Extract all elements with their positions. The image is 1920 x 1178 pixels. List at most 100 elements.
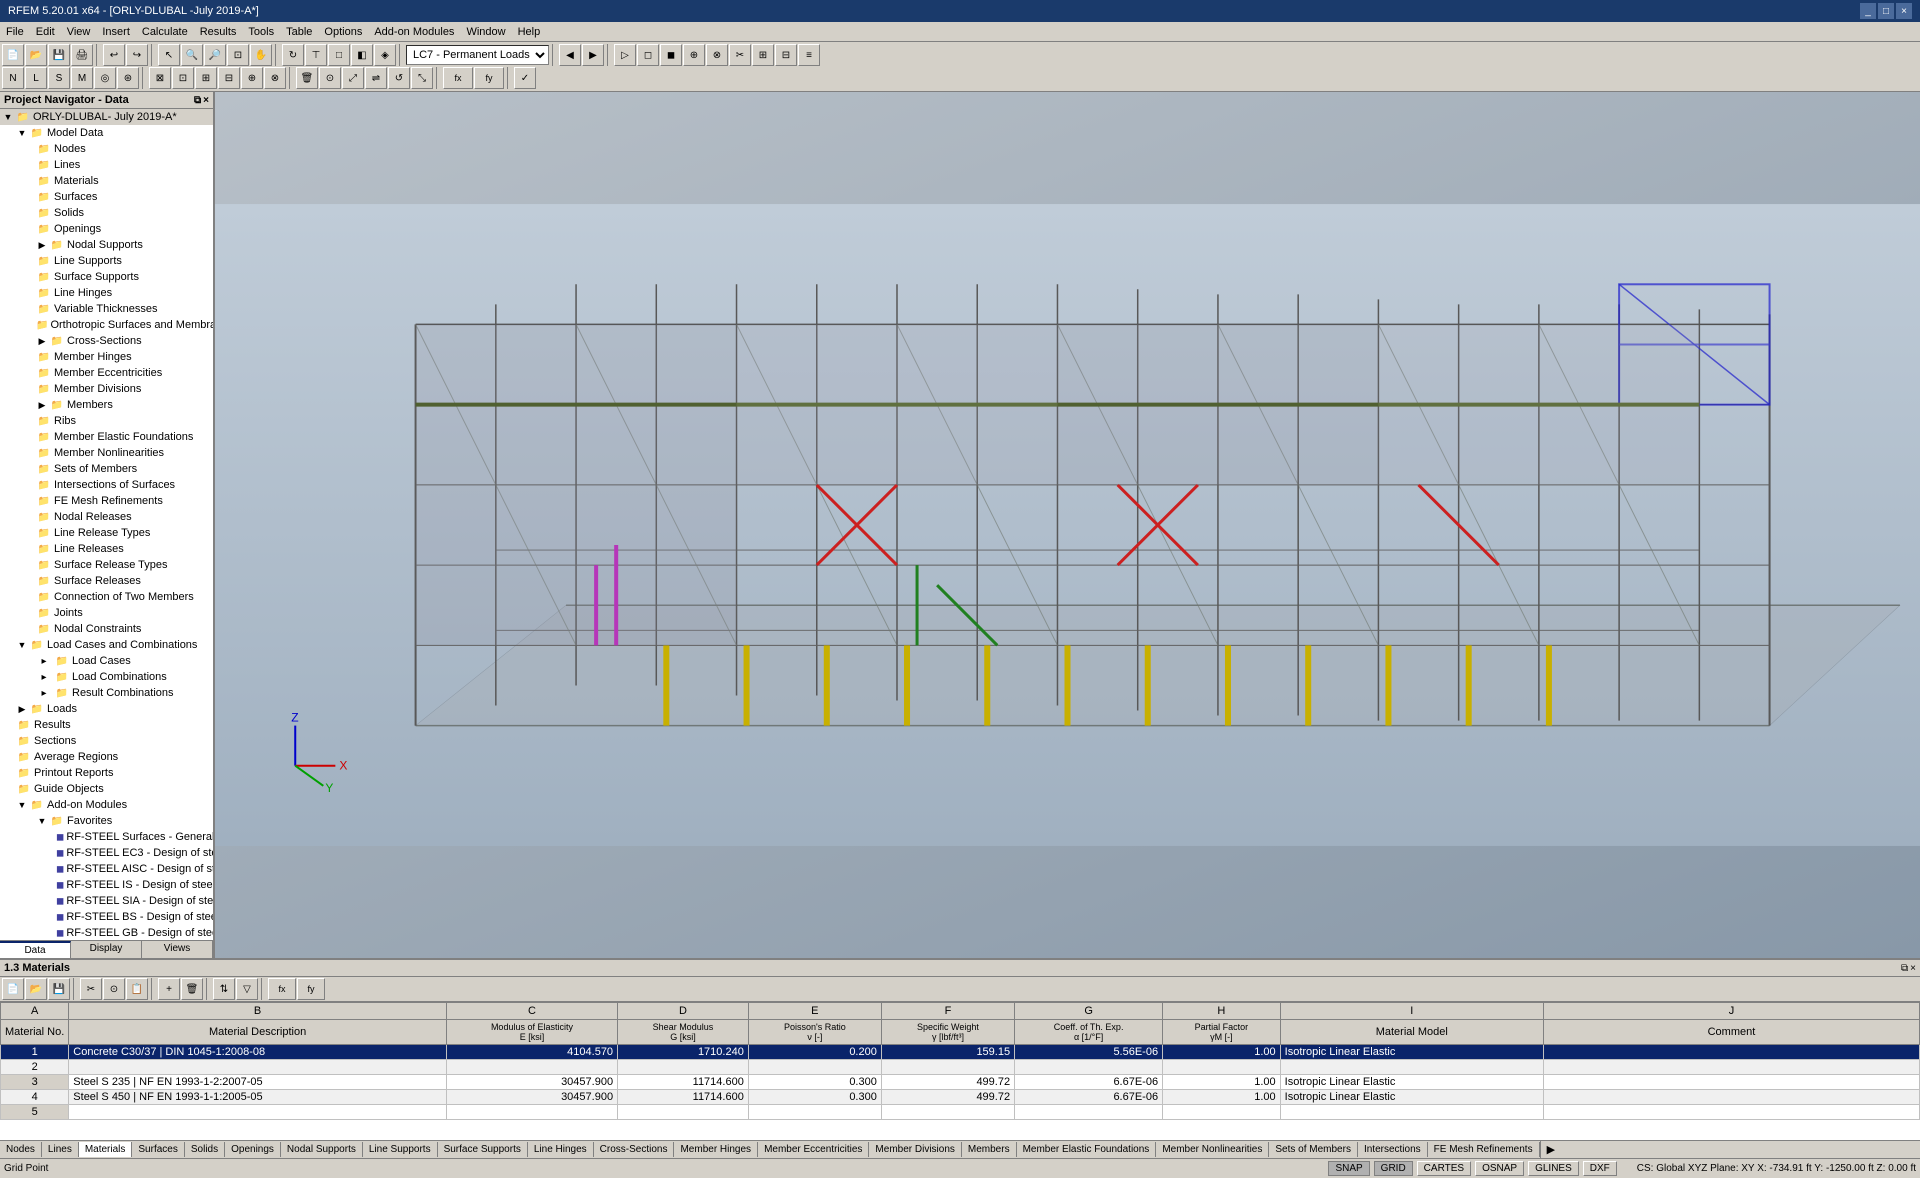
tree-joints[interactable]: 📁 Joints	[0, 605, 213, 621]
btab-line-supports[interactable]: Line Supports	[363, 1142, 438, 1157]
menu-edit[interactable]: Edit	[30, 24, 61, 40]
tree-surface-release-types[interactable]: 📁 Surface Release Types	[0, 557, 213, 573]
cell-model[interactable]	[1280, 1060, 1543, 1075]
status-grid[interactable]: GRID	[1374, 1161, 1413, 1176]
table-tb-fx[interactable]: fx	[268, 978, 296, 1000]
tb2-4[interactable]: M	[71, 67, 93, 89]
cell-partial[interactable]: 1.00	[1163, 1045, 1281, 1060]
tb-open[interactable]: 📂	[25, 44, 47, 66]
status-cartes[interactable]: CARTES	[1417, 1161, 1471, 1176]
cell-alpha[interactable]: 6.67E-06	[1015, 1090, 1163, 1105]
tb2-5[interactable]: ◎	[94, 67, 116, 89]
cell-model[interactable]: Isotropic Linear Elastic	[1280, 1045, 1543, 1060]
table-float-btn[interactable]: ⧉	[1901, 963, 1908, 974]
tb2-mirror[interactable]: ⇌	[365, 67, 387, 89]
tree-lines[interactable]: 📁 Lines	[0, 157, 213, 173]
table-tb-save[interactable]: 💾	[48, 978, 70, 1000]
tb2-7[interactable]: ⊠	[149, 67, 171, 89]
tree-loads[interactable]: ▶ 📁 Loads	[0, 701, 213, 717]
table-row[interactable]: 1 Concrete C30/37 | DIN 1045-1:2008-08 4…	[1, 1045, 1920, 1060]
btab-member-nonlin[interactable]: Member Nonlinearities	[1156, 1142, 1269, 1157]
table-tb-add[interactable]: +	[158, 978, 180, 1000]
tree-load-combos[interactable]: ▸ 📁 Load Combinations	[0, 669, 213, 685]
tb2-fx[interactable]: fx	[443, 67, 473, 89]
cell-partial[interactable]	[1163, 1105, 1281, 1120]
tree-load-cases-comb[interactable]: ▼ 📁 Load Cases and Combinations	[0, 637, 213, 653]
cell-model[interactable]: Isotropic Linear Elastic	[1280, 1090, 1543, 1105]
table-tb-paste[interactable]: 📋	[126, 978, 148, 1000]
tb-shaded[interactable]: ◼	[660, 44, 682, 66]
tree-ribs[interactable]: 📁 Ribs	[0, 413, 213, 429]
tb-zoom-fit[interactable]: ⊡	[227, 44, 249, 66]
btab-nodal-supports[interactable]: Nodal Supports	[281, 1142, 363, 1157]
cell-alpha[interactable]: 6.67E-06	[1015, 1075, 1163, 1090]
btab-cross-sections[interactable]: Cross-Sections	[594, 1142, 675, 1157]
btab-line-hinges[interactable]: Line Hinges	[528, 1142, 594, 1157]
btab-surfaces[interactable]: Surfaces	[132, 1142, 184, 1157]
menu-options[interactable]: Options	[318, 24, 368, 40]
tree-member-elastic[interactable]: 📁 Member Elastic Foundations	[0, 429, 213, 445]
tb-new[interactable]: 📄	[2, 44, 24, 66]
tree-guide-objects[interactable]: 📁 Guide Objects	[0, 781, 213, 797]
toggle-members[interactable]: ▶	[36, 399, 48, 411]
tb-pan[interactable]: ✋	[250, 44, 272, 66]
tb2-2[interactable]: L	[25, 67, 47, 89]
cell-alpha[interactable]	[1015, 1060, 1163, 1075]
tb2-move[interactable]: ⤢	[342, 67, 364, 89]
tree-member-nonlin[interactable]: 📁 Member Nonlinearities	[0, 445, 213, 461]
cell-desc[interactable]: Steel S 450 | NF EN 1993-1-1:2005-05	[69, 1090, 447, 1105]
tree-nodal-supports[interactable]: ▶ 📁 Nodal Supports	[0, 237, 213, 253]
tb-view-side[interactable]: ◧	[351, 44, 373, 66]
tb-view-3d[interactable]: ◈	[374, 44, 396, 66]
cell-alpha[interactable]	[1015, 1105, 1163, 1120]
menu-table[interactable]: Table	[280, 24, 318, 40]
status-glines[interactable]: GLINES	[1528, 1161, 1579, 1176]
menu-view[interactable]: View	[61, 24, 97, 40]
tb2-1[interactable]: N	[2, 67, 24, 89]
tb2-check[interactable]: ✓	[514, 67, 536, 89]
tb2-8[interactable]: ⊡	[172, 67, 194, 89]
tb2-rotate-obj[interactable]: ↺	[388, 67, 410, 89]
cell-desc[interactable]	[69, 1105, 447, 1120]
tree-surface-supports[interactable]: 📁 Surface Supports	[0, 269, 213, 285]
cell-comment[interactable]	[1543, 1075, 1919, 1090]
cell-partial[interactable]: 1.00	[1163, 1090, 1281, 1105]
cell-gamma[interactable]: 159.15	[881, 1045, 1014, 1060]
navigator-float-btn[interactable]: ⧉	[194, 95, 201, 106]
tb-more6[interactable]: ≡	[798, 44, 820, 66]
tree-intersections[interactable]: 📁 Intersections of Surfaces	[0, 477, 213, 493]
btab-sets-members[interactable]: Sets of Members	[1269, 1142, 1358, 1157]
cell-gamma[interactable]	[881, 1060, 1014, 1075]
menu-file[interactable]: File	[0, 24, 30, 40]
tree-rfsteel-ec3[interactable]: ◼ RF-STEEL EC3 - Design of steel me	[0, 845, 213, 861]
tree-nodal-constraints[interactable]: 📁 Nodal Constraints	[0, 621, 213, 637]
maximize-button[interactable]: □	[1878, 3, 1894, 19]
tb-next[interactable]: ▶	[582, 44, 604, 66]
cell-v[interactable]: 0.300	[748, 1090, 881, 1105]
tree-rfsteel-surfaces[interactable]: ◼ RF-STEEL Surfaces - General stress	[0, 829, 213, 845]
btab-member-elastic[interactable]: Member Elastic Foundations	[1017, 1142, 1157, 1157]
tree-openings[interactable]: 📁 Openings	[0, 221, 213, 237]
cell-desc[interactable]: Concrete C30/37 | DIN 1045-1:2008-08	[69, 1045, 447, 1060]
tb2-3[interactable]: S	[48, 67, 70, 89]
tb-zoom-in[interactable]: 🔍	[181, 44, 203, 66]
cell-partial[interactable]	[1163, 1060, 1281, 1075]
cell-G[interactable]: 11714.600	[618, 1090, 749, 1105]
load-case-combo[interactable]: LC7 - Permanent Loads	[406, 45, 549, 65]
toggle-cross-sec[interactable]: ▶	[36, 335, 48, 347]
tree-rfsteel-sia[interactable]: ◼ RF-STEEL SIA - Design of steel me	[0, 893, 213, 909]
table-tb-sort[interactable]: ⇅	[213, 978, 235, 1000]
btab-materials[interactable]: Materials	[79, 1142, 133, 1157]
cell-desc[interactable]: Steel S 235 | NF EN 1993-1-2:2007-05	[69, 1075, 447, 1090]
nav-tab-display[interactable]: Display	[71, 941, 142, 958]
cell-model[interactable]	[1280, 1105, 1543, 1120]
tb2-formula[interactable]: fy	[474, 67, 504, 89]
btab-member-hinges[interactable]: Member Hinges	[674, 1142, 758, 1157]
tree-line-release-types[interactable]: 📁 Line Release Types	[0, 525, 213, 541]
cell-G[interactable]	[618, 1060, 749, 1075]
tree-sections[interactable]: 📁 Sections	[0, 733, 213, 749]
tb-select[interactable]: ↖	[158, 44, 180, 66]
tree-member-eccentricities[interactable]: 📁 Member Eccentricities	[0, 365, 213, 381]
status-osnap[interactable]: OSNAP	[1475, 1161, 1524, 1176]
tree-surface-releases[interactable]: 📁 Surface Releases	[0, 573, 213, 589]
